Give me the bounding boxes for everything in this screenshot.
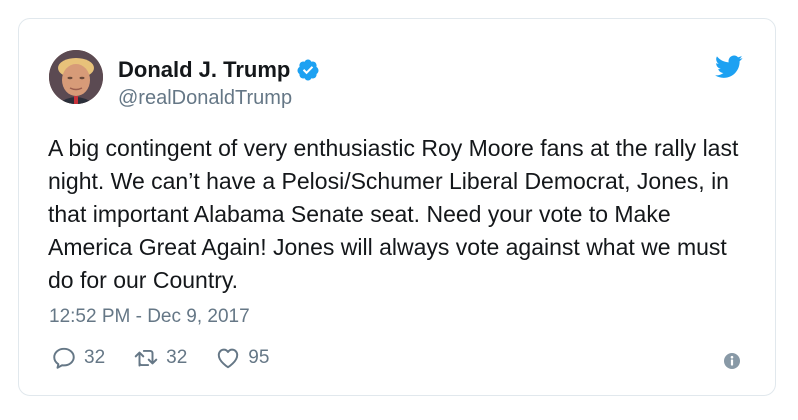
avatar-image xyxy=(49,50,103,104)
info-icon[interactable] xyxy=(723,352,741,370)
author-display-name[interactable]: Donald J. Trump xyxy=(118,57,290,83)
author-name-row[interactable]: Donald J. Trump xyxy=(118,57,320,83)
like-count: 95 xyxy=(248,347,270,368)
retweet-icon xyxy=(134,349,158,367)
tweet-card: Donald J. Trump @realDonaldTrump A big c… xyxy=(18,18,776,396)
like-button[interactable]: 95 xyxy=(215,345,269,371)
tweet-actions: 32 32 95 xyxy=(51,345,297,371)
tweet-timestamp[interactable]: 12:52 PM - Dec 9, 2017 xyxy=(49,306,250,328)
retweet-count: 32 xyxy=(166,347,188,368)
tweet-text: A big contingent of very enthusiastic Ro… xyxy=(48,135,739,293)
retweet-button[interactable]: 32 xyxy=(133,345,187,371)
heart-icon xyxy=(218,348,239,369)
avatar[interactable] xyxy=(49,50,103,104)
reply-button[interactable]: 32 xyxy=(51,345,105,371)
author-handle[interactable]: @realDonaldTrump xyxy=(118,87,292,110)
twitter-bird-icon[interactable] xyxy=(715,55,743,79)
verified-badge-icon xyxy=(297,59,319,81)
reply-count: 32 xyxy=(84,347,106,368)
reply-icon xyxy=(53,347,75,369)
